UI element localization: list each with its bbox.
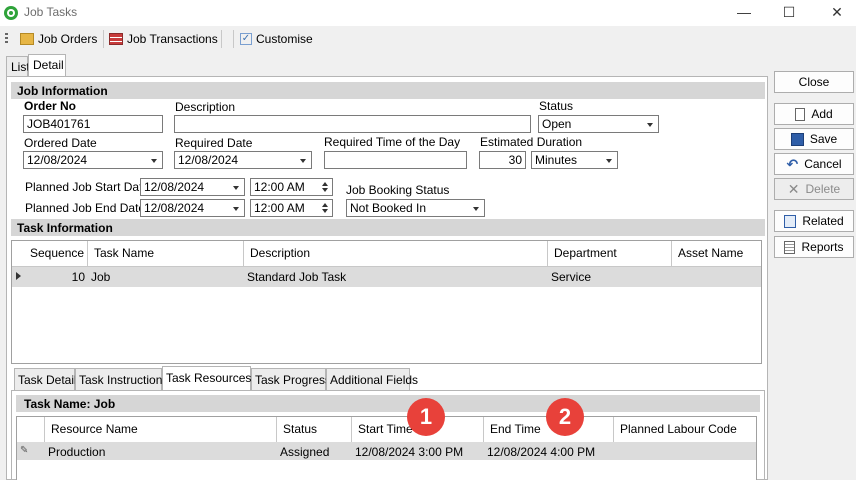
planned-start-label: Planned Job Start Date: [25, 180, 150, 194]
tab-additional-fields[interactable]: Additional Fields: [326, 368, 418, 390]
job-transactions-label: Job Transactions: [127, 32, 218, 46]
job-transactions-button[interactable]: Job Transactions: [109, 30, 218, 48]
close-window-button[interactable]: ✕: [829, 4, 845, 20]
tab-detail[interactable]: Detail: [28, 54, 66, 76]
column-header-task-name[interactable]: Task Name: [88, 241, 244, 267]
booking-status-select[interactable]: Not Booked In: [346, 199, 485, 217]
planned-start-time-field[interactable]: 12:00 AM: [250, 178, 333, 196]
cell-resource-name: Production: [48, 445, 106, 459]
save-button-label: Save: [809, 132, 838, 146]
pencil-icon: ✎: [20, 445, 29, 456]
estimated-duration-field[interactable]: 30: [479, 151, 526, 169]
report-icon: [784, 240, 796, 254]
customise-label: Customise: [256, 32, 313, 46]
add-button-label: Add: [811, 107, 833, 121]
document-icon: [795, 107, 806, 121]
task-name-header: Task Name: Job: [16, 395, 760, 412]
job-orders-label: Job Orders: [38, 32, 98, 46]
cancel-button[interactable]: ↶ Cancel: [774, 153, 854, 175]
grid-corner: [17, 417, 45, 443]
toolbar-grip[interactable]: [5, 33, 8, 45]
toolbar-separator: [233, 30, 234, 48]
tab-task-detail[interactable]: Task Detail: [14, 368, 77, 390]
tab-task-progress[interactable]: Task Progress: [251, 368, 331, 390]
status-label: Status: [539, 99, 574, 113]
order-no-field[interactable]: JOB401761: [23, 115, 163, 133]
close-button-label: Close: [798, 75, 830, 89]
delete-button[interactable]: ✕ Delete: [774, 178, 854, 200]
cell-task-name: Job: [91, 270, 111, 284]
close-button[interactable]: Close: [774, 71, 854, 93]
row-indicator-icon: [16, 272, 21, 280]
cell-end-time: 12/08/2024 4:00 PM: [487, 445, 596, 459]
planned-end-date-field[interactable]: 12/08/2024: [140, 199, 245, 217]
task-information-header: Task Information: [11, 219, 765, 236]
window-title: Job Tasks: [24, 5, 78, 19]
cell-status: Assigned: [280, 445, 330, 459]
undo-icon: ↶: [786, 156, 799, 172]
required-date-label: Required Date: [175, 136, 253, 150]
column-header-sequence[interactable]: Sequence: [24, 241, 88, 267]
description-label: Description: [175, 100, 236, 114]
related-icon: [784, 214, 797, 228]
duration-unit-select[interactable]: Minutes: [531, 151, 618, 169]
reports-button[interactable]: Reports: [774, 236, 854, 258]
minimize-button[interactable]: —: [736, 4, 752, 20]
table-icon: [109, 33, 123, 45]
column-header-resource-name[interactable]: Resource Name: [45, 417, 277, 443]
checkbox-icon: ✓: [240, 33, 252, 45]
title-bar: [0, 0, 856, 26]
cell-sequence: 10: [71, 270, 85, 284]
planned-end-label: Planned Job End Date: [25, 201, 146, 215]
cancel-button-label: Cancel: [804, 157, 842, 171]
required-time-field[interactable]: [324, 151, 467, 169]
required-date-field[interactable]: 12/08/2024: [174, 151, 312, 169]
delete-button-label: Delete: [805, 182, 841, 196]
column-header-planned-labour-code[interactable]: Planned Labour Code: [614, 417, 756, 443]
folder-icon: [20, 33, 34, 45]
maximize-button[interactable]: ☐: [781, 4, 797, 20]
toolbar-separator: [221, 30, 222, 48]
cell-start-time: 12/08/2024 3:00 PM: [355, 445, 464, 459]
planned-start-date-field[interactable]: 12/08/2024: [140, 178, 245, 196]
order-no-label: Order No: [24, 99, 77, 113]
planned-end-time-field[interactable]: 12:00 AM: [250, 199, 333, 217]
ordered-date-label: Ordered Date: [24, 136, 97, 150]
status-select[interactable]: Open: [538, 115, 659, 133]
callout-badge-2: 2: [546, 398, 584, 436]
related-button[interactable]: Related: [774, 210, 854, 232]
job-orders-button[interactable]: Job Orders: [20, 30, 97, 48]
tab-list[interactable]: List: [6, 56, 30, 76]
add-button[interactable]: Add: [774, 103, 854, 125]
column-header-department[interactable]: Department: [548, 241, 672, 267]
customise-button[interactable]: ✓ Customise: [240, 30, 313, 48]
related-button-label: Related: [802, 214, 844, 228]
cell-labour-code: [614, 442, 756, 462]
save-button[interactable]: Save: [774, 128, 854, 150]
callout-badge-1: 1: [407, 398, 445, 436]
booking-status-label: Job Booking Status: [346, 183, 450, 197]
estimated-duration-label: Estimated Duration: [480, 135, 583, 149]
tab-task-resources[interactable]: Task Resources: [162, 366, 251, 391]
description-field[interactable]: [174, 115, 531, 133]
tab-task-instructions[interactable]: Task Instructions: [75, 368, 168, 390]
required-time-label: Required Time of the Day: [324, 135, 461, 149]
app-icon: [4, 6, 18, 20]
column-header-description[interactable]: Description: [244, 241, 548, 267]
ordered-date-field[interactable]: 12/08/2024: [23, 151, 163, 169]
job-information-header: Job Information: [11, 82, 765, 99]
column-header-asset-name[interactable]: Asset Name: [672, 241, 761, 267]
column-header-status[interactable]: Status: [277, 417, 352, 443]
toolbar-separator: [103, 30, 104, 48]
floppy-icon: [790, 132, 804, 146]
x-icon: ✕: [787, 181, 800, 197]
reports-button-label: Reports: [801, 240, 844, 254]
cell-asset-name: [672, 267, 761, 287]
cell-description: Standard Job Task: [247, 270, 347, 284]
cell-department: Service: [551, 270, 592, 284]
